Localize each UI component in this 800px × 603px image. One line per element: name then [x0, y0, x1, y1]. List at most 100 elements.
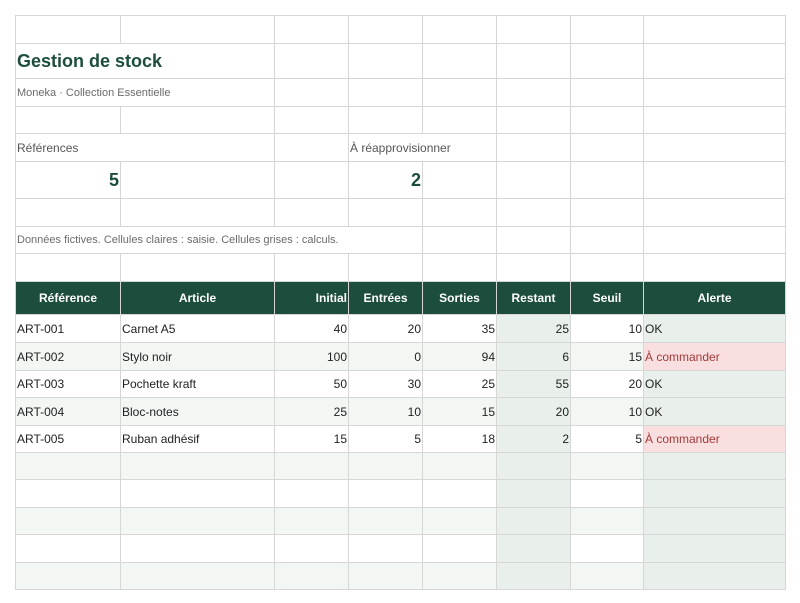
cell-restant[interactable]: 25 — [496, 314, 571, 343]
cell-entrees[interactable]: 20 — [348, 314, 423, 343]
cell-ref[interactable]: ART-001 — [15, 314, 121, 343]
cell[interactable] — [496, 226, 571, 254]
cell[interactable] — [348, 15, 423, 44]
cell[interactable] — [422, 106, 497, 134]
cell[interactable] — [120, 452, 275, 480]
cell[interactable] — [496, 452, 571, 480]
sheet-title[interactable]: Gestion de stock — [15, 43, 275, 79]
cell[interactable] — [570, 161, 644, 199]
cell[interactable] — [15, 534, 121, 563]
cell[interactable] — [15, 507, 121, 535]
kpi-value-reappro[interactable]: 2 — [348, 161, 423, 199]
cell[interactable] — [15, 198, 121, 227]
cell[interactable] — [496, 106, 571, 134]
cell[interactable] — [496, 534, 571, 563]
cell[interactable] — [643, 198, 786, 227]
cell[interactable] — [643, 534, 786, 563]
cell[interactable] — [643, 562, 786, 590]
cell-initial[interactable]: 100 — [274, 342, 349, 371]
cell[interactable] — [643, 507, 786, 535]
cell[interactable] — [274, 198, 349, 227]
cell-initial[interactable]: 50 — [274, 370, 349, 398]
cell[interactable] — [643, 253, 786, 282]
cell[interactable] — [422, 507, 497, 535]
cell[interactable] — [120, 507, 275, 535]
col-header-initial[interactable]: Initial — [274, 281, 349, 315]
cell[interactable] — [422, 198, 497, 227]
cell[interactable] — [15, 15, 121, 44]
cell[interactable] — [570, 15, 644, 44]
cell[interactable] — [15, 106, 121, 134]
cell-initial[interactable]: 25 — [274, 397, 349, 426]
cell-restant[interactable]: 20 — [496, 397, 571, 426]
cell-ref[interactable]: ART-002 — [15, 342, 121, 371]
cell[interactable] — [348, 507, 423, 535]
cell-restant[interactable]: 6 — [496, 342, 571, 371]
cell[interactable] — [274, 534, 349, 563]
cell[interactable] — [570, 534, 644, 563]
cell[interactable] — [570, 507, 644, 535]
kpi-label-references[interactable]: Références — [15, 133, 275, 162]
cell-alerte[interactable]: OK — [643, 397, 786, 426]
cell-ref[interactable]: ART-004 — [15, 397, 121, 426]
cell-seuil[interactable]: 10 — [570, 314, 644, 343]
cell[interactable] — [274, 43, 349, 79]
cell[interactable] — [496, 479, 571, 508]
cell-seuil[interactable]: 10 — [570, 397, 644, 426]
cell-article[interactable]: Pochette kraft — [120, 370, 275, 398]
cell[interactable] — [570, 106, 644, 134]
cell[interactable] — [274, 452, 349, 480]
kpi-label-reappro[interactable]: À réapprovisionner — [348, 133, 497, 162]
cell[interactable] — [496, 161, 571, 199]
cell[interactable] — [274, 161, 349, 199]
cell[interactable] — [120, 198, 275, 227]
cell-sorties[interactable]: 94 — [422, 342, 497, 371]
cell[interactable] — [496, 15, 571, 44]
cell[interactable] — [120, 15, 275, 44]
cell[interactable] — [643, 15, 786, 44]
cell[interactable] — [643, 161, 786, 199]
cell[interactable] — [348, 106, 423, 134]
cell[interactable] — [120, 534, 275, 563]
cell[interactable] — [643, 226, 786, 254]
cell[interactable] — [15, 479, 121, 508]
cell[interactable] — [274, 133, 349, 162]
col-header-reference[interactable]: Référence — [15, 281, 121, 315]
cell-ref[interactable]: ART-003 — [15, 370, 121, 398]
cell-seuil[interactable]: 20 — [570, 370, 644, 398]
cell[interactable] — [570, 198, 644, 227]
cell[interactable] — [570, 43, 644, 79]
cell-article[interactable]: Ruban adhésif — [120, 425, 275, 453]
cell[interactable] — [274, 507, 349, 535]
cell-entrees[interactable]: 0 — [348, 342, 423, 371]
cell[interactable] — [570, 253, 644, 282]
cell-initial[interactable]: 40 — [274, 314, 349, 343]
col-header-alerte[interactable]: Alerte — [643, 281, 786, 315]
col-header-restant[interactable]: Restant — [496, 281, 571, 315]
cell[interactable] — [348, 78, 423, 107]
cell[interactable] — [422, 15, 497, 44]
cell[interactable] — [496, 78, 571, 107]
cell-restant[interactable]: 2 — [496, 425, 571, 453]
cell-ref[interactable]: ART-005 — [15, 425, 121, 453]
cell[interactable] — [15, 253, 121, 282]
cell[interactable] — [348, 534, 423, 563]
cell[interactable] — [643, 133, 786, 162]
cell[interactable] — [274, 562, 349, 590]
cell-sorties[interactable]: 15 — [422, 397, 497, 426]
cell[interactable] — [496, 253, 571, 282]
cell[interactable] — [348, 452, 423, 480]
cell-alerte[interactable]: À commander — [643, 342, 786, 371]
cell[interactable] — [422, 161, 497, 199]
col-header-article[interactable]: Article — [120, 281, 275, 315]
cell-restant[interactable]: 55 — [496, 370, 571, 398]
cell[interactable] — [348, 43, 423, 79]
cell[interactable] — [422, 534, 497, 563]
cell-alerte[interactable]: OK — [643, 370, 786, 398]
sheet-note[interactable]: Données fictives. Cellules claires : sai… — [15, 226, 423, 254]
cell-sorties[interactable]: 25 — [422, 370, 497, 398]
cell-seuil[interactable]: 15 — [570, 342, 644, 371]
cell-sorties[interactable]: 35 — [422, 314, 497, 343]
cell-entrees[interactable]: 30 — [348, 370, 423, 398]
cell[interactable] — [570, 452, 644, 480]
